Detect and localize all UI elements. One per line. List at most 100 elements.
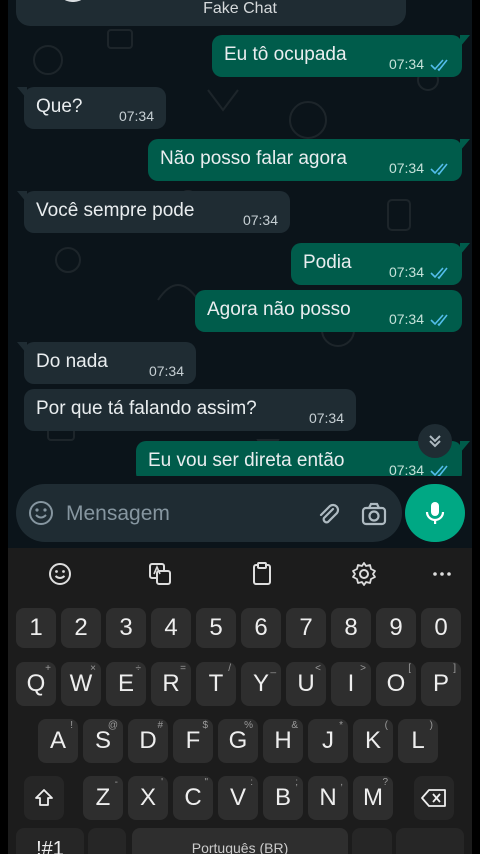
contact-name[interactable]: Fake Chat bbox=[0, 0, 480, 18]
key-b[interactable]: ; B bbox=[263, 776, 303, 820]
key-label: S bbox=[94, 727, 111, 754]
key-label: U bbox=[297, 670, 315, 697]
key-label: L bbox=[411, 727, 425, 754]
outgoing-message-bubble[interactable]: Podia 07:34 bbox=[291, 243, 470, 285]
key-2[interactable]: 2 bbox=[61, 608, 101, 648]
message-time: 07:34 bbox=[148, 363, 184, 379]
key-g[interactable]: % G bbox=[218, 719, 258, 763]
key-hint: & bbox=[291, 720, 298, 731]
outgoing-message-bubble[interactable]: Agora não posso 07:34 bbox=[195, 290, 462, 332]
message-text: Que? bbox=[36, 96, 83, 117]
period-key[interactable] bbox=[352, 828, 392, 854]
message-time: 07:34 bbox=[308, 410, 344, 426]
incoming-message-bubble[interactable]: Por que tá falando assim? 07:34 bbox=[24, 389, 356, 431]
key-hint: + bbox=[45, 663, 51, 674]
paperclip-icon[interactable] bbox=[314, 500, 342, 528]
comma-key[interactable] bbox=[88, 828, 126, 854]
message-text: Eu vou ser direta então bbox=[148, 450, 345, 471]
outgoing-message-bubble[interactable]: Eu tô ocupada 07:34 bbox=[212, 35, 470, 77]
key-hint: / bbox=[228, 663, 231, 674]
key-9[interactable]: 9 bbox=[376, 608, 416, 648]
key-label: 6 bbox=[254, 614, 268, 641]
key-label: M bbox=[363, 784, 383, 811]
key-1[interactable]: 1 bbox=[16, 608, 56, 648]
incoming-message-bubble[interactable]: Do nada 07:34 bbox=[17, 342, 196, 384]
key-hint: % bbox=[244, 720, 253, 731]
symbols-key[interactable]: !#1 bbox=[16, 828, 84, 854]
read-receipt-icon bbox=[430, 59, 448, 72]
read-receipt-icon bbox=[430, 267, 448, 280]
key-7[interactable]: 7 bbox=[286, 608, 326, 648]
message-text: Agora não posso bbox=[207, 299, 351, 320]
clipboard-icon[interactable] bbox=[242, 554, 282, 594]
key-label: Y bbox=[252, 670, 269, 697]
key-s[interactable]: @ S bbox=[83, 719, 123, 763]
message-input[interactable] bbox=[64, 484, 298, 544]
key-hint: ÷ bbox=[135, 663, 142, 674]
key-0[interactable]: 0 bbox=[421, 608, 461, 648]
key-r[interactable]: = R bbox=[151, 662, 191, 706]
read-receipt-icon bbox=[430, 314, 448, 327]
key-e[interactable]: ÷ E bbox=[106, 662, 146, 706]
shift-key[interactable] bbox=[24, 776, 64, 820]
incoming-message-bubble[interactable]: Você sempre pode 07:34 bbox=[17, 191, 290, 233]
key-u[interactable]: < U bbox=[286, 662, 326, 706]
key-j[interactable]: * J bbox=[308, 719, 348, 763]
scroll-down-button[interactable] bbox=[418, 424, 452, 458]
key-p[interactable]: ] P bbox=[421, 662, 461, 706]
outgoing-message-bubble[interactable]: Não posso falar agora 07:34 bbox=[148, 139, 470, 181]
key-x[interactable]: ' X bbox=[128, 776, 168, 820]
key-6[interactable]: 6 bbox=[241, 608, 281, 648]
camera-icon[interactable] bbox=[360, 500, 388, 528]
key-m[interactable]: ? M bbox=[353, 776, 393, 820]
shift-arrow-icon bbox=[35, 789, 53, 806]
key-n[interactable]: ,N bbox=[308, 776, 348, 820]
key-label: 3 bbox=[119, 614, 133, 641]
emoji-keyboard-icon[interactable] bbox=[40, 554, 80, 594]
key-hint: < bbox=[315, 663, 321, 674]
key-z[interactable]: -Z bbox=[83, 776, 123, 820]
key-label: 1 bbox=[29, 614, 43, 641]
key-h[interactable]: & H bbox=[263, 719, 303, 763]
key-label: A bbox=[49, 727, 66, 754]
key-8[interactable]: 8 bbox=[331, 608, 371, 648]
key-v[interactable]: :V bbox=[218, 776, 258, 820]
key-hint: , bbox=[340, 777, 343, 788]
settings-gear-icon[interactable] bbox=[344, 554, 384, 594]
double-chevron-down-icon bbox=[429, 435, 441, 448]
key-a[interactable]: ! A bbox=[38, 719, 78, 763]
key-q[interactable]: + Q bbox=[16, 662, 56, 706]
key-d[interactable]: # D bbox=[128, 719, 168, 763]
key-k[interactable]: (K bbox=[353, 719, 393, 763]
key-hint: ) bbox=[429, 720, 433, 731]
key-f[interactable]: $ F bbox=[173, 719, 213, 763]
voice-record-button[interactable] bbox=[405, 484, 465, 542]
emoji-icon[interactable] bbox=[28, 500, 54, 526]
incoming-message-bubble[interactable]: Que? 07:34 bbox=[17, 87, 166, 129]
bubble-tail bbox=[460, 35, 470, 47]
message-text: Você sempre pode bbox=[36, 200, 195, 221]
backspace-key[interactable] bbox=[414, 776, 454, 820]
enter-key[interactable] bbox=[396, 828, 464, 854]
read-receipt-icon bbox=[430, 163, 448, 176]
microphone-icon bbox=[425, 502, 445, 524]
key-hint: [ bbox=[408, 663, 411, 674]
key-c[interactable]: " C bbox=[173, 776, 213, 820]
translate-icon[interactable] bbox=[140, 554, 180, 594]
phone-screen: Fake Chat Eu tô ocupada 07:34 Que? 07:34 Não… bbox=[0, 0, 480, 854]
key-hint: _ bbox=[270, 663, 276, 674]
key-y[interactable]: _ Y bbox=[241, 662, 281, 706]
key-w[interactable]: × W bbox=[61, 662, 101, 706]
key-i[interactable]: > I bbox=[331, 662, 371, 706]
space-bar[interactable]: Português (BR) bbox=[132, 828, 348, 854]
key-4[interactable]: 4 bbox=[151, 608, 191, 648]
key-hint: @ bbox=[107, 720, 118, 731]
message-time: 07:34 bbox=[118, 108, 154, 124]
key-hint: - bbox=[114, 777, 118, 788]
key-5[interactable]: 5 bbox=[196, 608, 236, 648]
key-3[interactable]: 3 bbox=[106, 608, 146, 648]
key-o[interactable]: [O bbox=[376, 662, 416, 706]
more-options-icon[interactable] bbox=[422, 554, 462, 594]
key-t[interactable]: / T bbox=[196, 662, 236, 706]
key-l[interactable]: ) L bbox=[398, 719, 438, 763]
